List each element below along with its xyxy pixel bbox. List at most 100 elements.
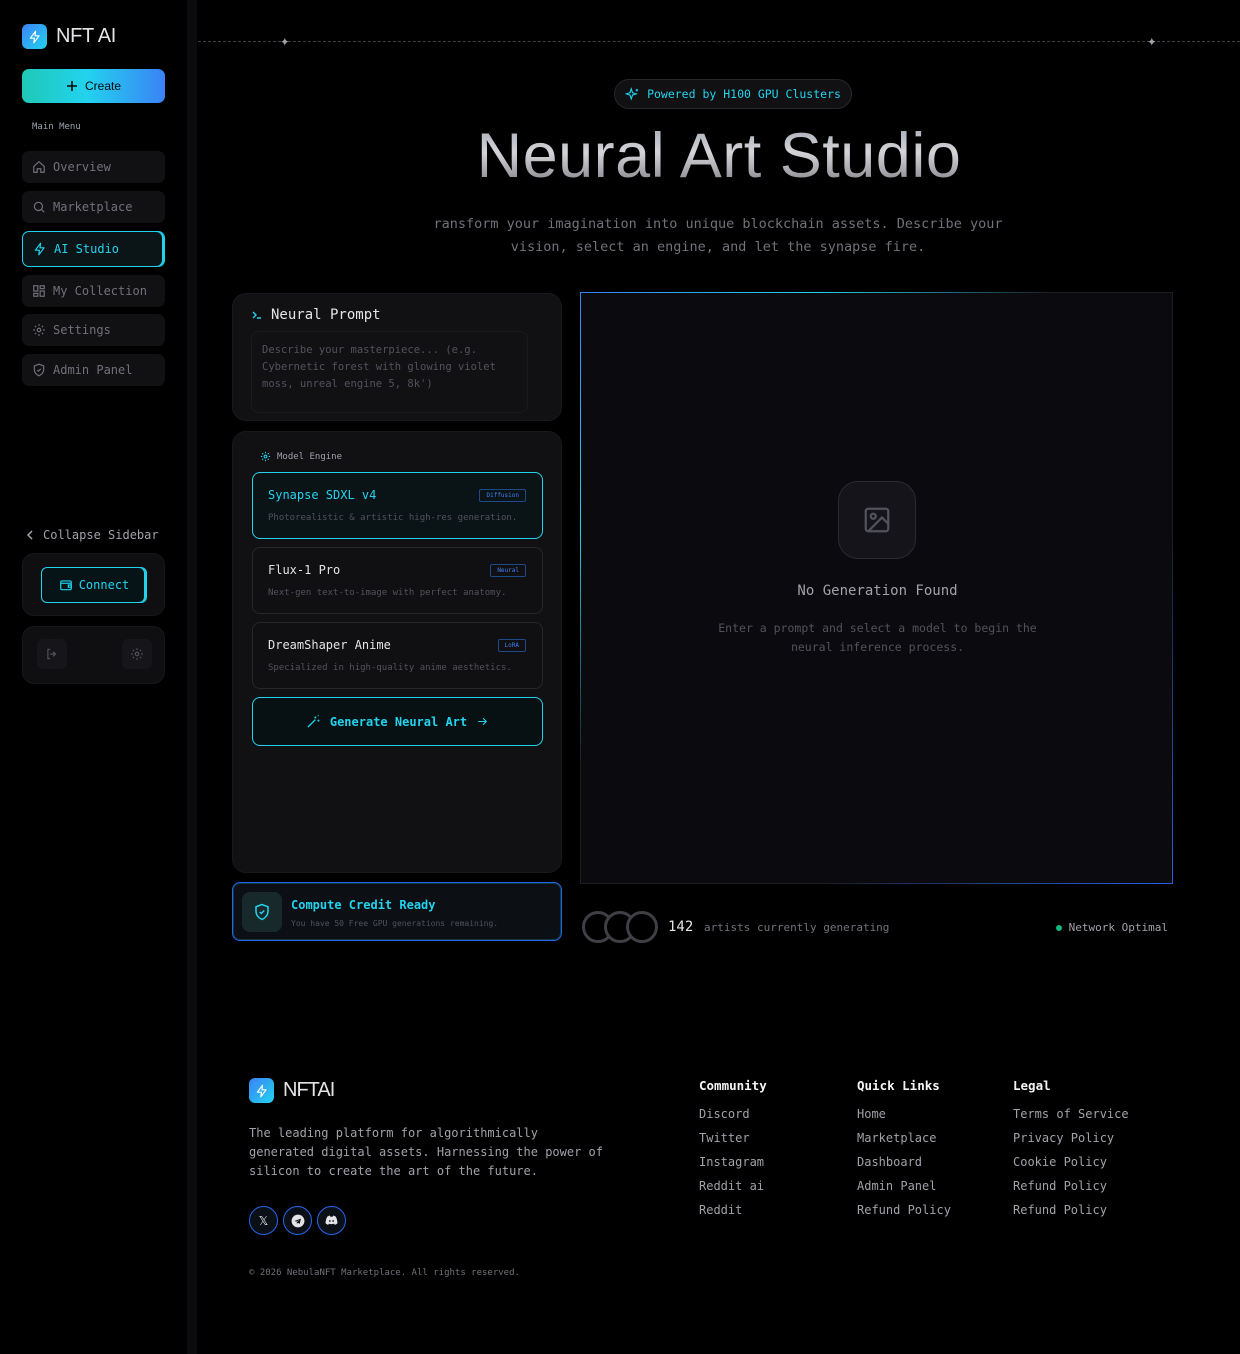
footer-link[interactable]: Dashboard <box>857 1155 951 1179</box>
footer-link[interactable]: Twitter <box>699 1131 767 1155</box>
footer-brand-name: NFTAI <box>283 1079 335 1101</box>
gear-icon <box>260 451 271 462</box>
footer-column-community: Community Discord Twitter Instagram Redd… <box>699 1078 767 1227</box>
sidebar-item-label: Marketplace <box>53 200 133 214</box>
footer-link[interactable]: Instagram <box>699 1155 767 1179</box>
artists-count: 142 <box>668 919 694 935</box>
prompt-heading: Neural Prompt <box>251 307 381 323</box>
telegram-icon[interactable] <box>283 1206 312 1235</box>
shield-icon <box>33 363 45 377</box>
menu-heading: Main Menu <box>32 122 81 132</box>
model-name: Synapse SDXL v4 <box>268 488 377 502</box>
footer-link[interactable]: Refund Policy <box>1013 1203 1129 1227</box>
sparkles-icon <box>625 86 639 101</box>
model-engine-heading: Model Engine <box>260 451 342 462</box>
discord-icon[interactable] <box>317 1206 346 1235</box>
prompt-card: Neural Prompt Describe your masterpiece.… <box>232 293 562 421</box>
logout-button[interactable] <box>37 639 67 669</box>
magic-wand-icon <box>307 714 320 728</box>
model-option-dreamshaper[interactable]: DreamShaper Anime LoRA Specialized in hi… <box>252 622 543 689</box>
model-engine-label: Model Engine <box>277 451 343 462</box>
sidebar-item-ai-studio[interactable]: AI Studio <box>22 231 165 267</box>
model-description: Photorealistic & artistic high-res gener… <box>268 513 518 523</box>
empty-state-title: No Generation Found <box>797 583 958 599</box>
footer-link[interactable]: Reddit <box>699 1203 767 1227</box>
footer-link[interactable]: Discord <box>699 1107 767 1131</box>
sidebar-item-marketplace[interactable]: Marketplace <box>22 191 165 223</box>
credit-title: Compute Credit Ready <box>291 898 436 912</box>
bolt-icon <box>34 242 45 256</box>
footer-link[interactable]: Admin Panel <box>857 1179 951 1203</box>
footer-logo[interactable]: NFTAI <box>249 1078 335 1103</box>
status-dot-icon <box>1055 924 1062 931</box>
footer-link[interactable]: Refund Policy <box>857 1203 951 1227</box>
powered-by-text: Powered by H100 GPU Clusters <box>647 87 841 101</box>
footer-link[interactable]: Refund Policy <box>1013 1179 1129 1203</box>
footer-link[interactable]: Home <box>857 1107 951 1131</box>
footer-link[interactable]: Privacy Policy <box>1013 1131 1129 1155</box>
social-links: 𝕏 <box>249 1206 346 1235</box>
create-button[interactable]: Create <box>22 69 165 103</box>
gear-icon <box>131 648 143 660</box>
model-tag: LoRA <box>497 639 526 652</box>
footer-link[interactable]: Cookie Policy <box>1013 1155 1129 1179</box>
model-description: Next-gen text-to-image with perfect anat… <box>268 588 507 598</box>
footer-link[interactable]: Reddit ai <box>699 1179 767 1203</box>
powered-by-badge: Powered by H100 GPU Clusters <box>614 79 852 109</box>
sidebar-item-label: AI Studio <box>54 242 120 256</box>
sidebar-item-label: My Collection <box>53 284 147 298</box>
model-name: Flux-1 Pro <box>268 563 341 577</box>
sidebar-item-label: Settings <box>53 323 111 337</box>
brand-name: NFT AI <box>56 25 117 47</box>
copyright-text: © 2026 NebulaNFT Marketplace. All rights… <box>249 1268 520 1278</box>
footer-description: The leading platform for algorithmically… <box>249 1126 604 1178</box>
generate-label: Generate Neural Art <box>329 714 468 729</box>
model-tag: Diffusion <box>479 489 526 502</box>
prompt-input[interactable]: Describe your masterpiece... (e.g. Cyber… <box>251 331 528 413</box>
collapse-sidebar-button[interactable]: Collapse Sidebar <box>26 528 159 542</box>
brand-logo[interactable]: NFT AI <box>22 24 116 49</box>
page-subtitle: ransform your imagination into unique bl… <box>433 216 1003 255</box>
gear-icon <box>33 324 45 336</box>
footer-link[interactable]: Marketplace <box>857 1131 951 1155</box>
utility-card <box>22 626 165 684</box>
footer-column-heading: Community <box>699 1078 767 1093</box>
sidebar-item-my-collection[interactable]: My Collection <box>22 275 165 307</box>
sparkle-icon: ✦ <box>280 31 290 50</box>
model-engine-card: Model Engine Synapse SDXL v4 Diffusion P… <box>232 431 562 873</box>
footer-column-heading: Quick Links <box>857 1078 940 1093</box>
page-title: Neural Art Studio <box>198 120 1240 192</box>
sparkle-icon: ✦ <box>1147 31 1157 50</box>
generate-button[interactable]: Generate Neural Art <box>252 697 543 746</box>
model-option-flux[interactable]: Flux-1 Pro Neural Next-gen text-to-image… <box>252 547 543 614</box>
sidebar-divider <box>187 0 197 1354</box>
model-tag: Neural <box>490 564 526 577</box>
bolt-logo-icon <box>22 24 47 49</box>
model-description: Specialized in high-quality anime aesthe… <box>268 663 512 673</box>
connect-wallet-button[interactable]: Connect <box>41 567 147 603</box>
connect-label: Connect <box>78 578 130 592</box>
image-placeholder-icon <box>838 481 916 559</box>
terminal-icon <box>252 311 261 319</box>
empty-state-subtitle: Enter a prompt and select a model to beg… <box>718 621 1037 654</box>
settings-button[interactable] <box>122 639 152 669</box>
footer-column-quick-links: Quick Links Home Marketplace Dashboard A… <box>857 1078 951 1227</box>
artist-avatars <box>582 910 662 944</box>
x-twitter-icon[interactable]: 𝕏 <box>249 1206 278 1235</box>
avatar <box>626 911 658 943</box>
sidebar-item-settings[interactable]: Settings <box>22 314 165 346</box>
chevron-left-icon <box>26 530 33 540</box>
shield-check-icon <box>242 892 282 932</box>
footer-link[interactable]: Terms of Service <box>1013 1107 1129 1131</box>
sidebar: NFT AI Create Main Menu Overview Marketp… <box>0 0 187 1354</box>
wallet-card: Connect <box>22 553 165 616</box>
activity-stats: 142 artists currently generating Network… <box>582 910 1172 944</box>
sidebar-item-overview[interactable]: Overview <box>22 151 165 183</box>
sidebar-item-admin-panel[interactable]: Admin Panel <box>22 354 165 386</box>
sidebar-item-label: Overview <box>53 160 111 174</box>
prompt-heading-label: Neural Prompt <box>271 307 381 323</box>
logout-icon <box>47 648 57 660</box>
model-option-synapse[interactable]: Synapse SDXL v4 Diffusion Photorealistic… <box>252 472 543 539</box>
generation-output-panel: No Generation Found Enter a prompt and s… <box>580 292 1173 884</box>
bolt-logo-icon <box>249 1078 274 1103</box>
